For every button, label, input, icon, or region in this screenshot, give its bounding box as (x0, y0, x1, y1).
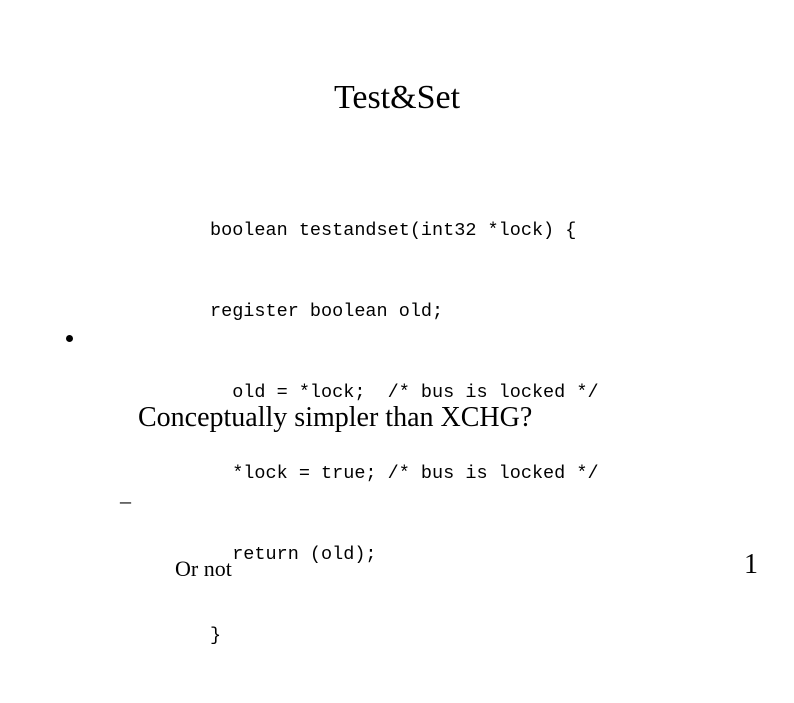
page-number: 1 (744, 549, 758, 580)
list-item-sub: – Or not (60, 484, 760, 620)
code-line: } (210, 625, 222, 646)
slide-canvas: Test&Set boolean testandset(int32 *lock)… (0, 0, 794, 646)
page-title: Test&Set (333, 79, 461, 116)
bullet-dot-icon (66, 318, 90, 358)
dash-bullet-icon: – (120, 488, 131, 513)
bullet-list: Conceptually simpler than XCHG? – Or not (60, 318, 760, 620)
bullet-label: Conceptually simpler than XCHG? (138, 402, 533, 433)
subbullet-label: Or not (175, 556, 232, 581)
list-item: Conceptually simpler than XCHG? (60, 318, 760, 478)
code-line: boolean testandset(int32 *lock) { (210, 220, 577, 241)
